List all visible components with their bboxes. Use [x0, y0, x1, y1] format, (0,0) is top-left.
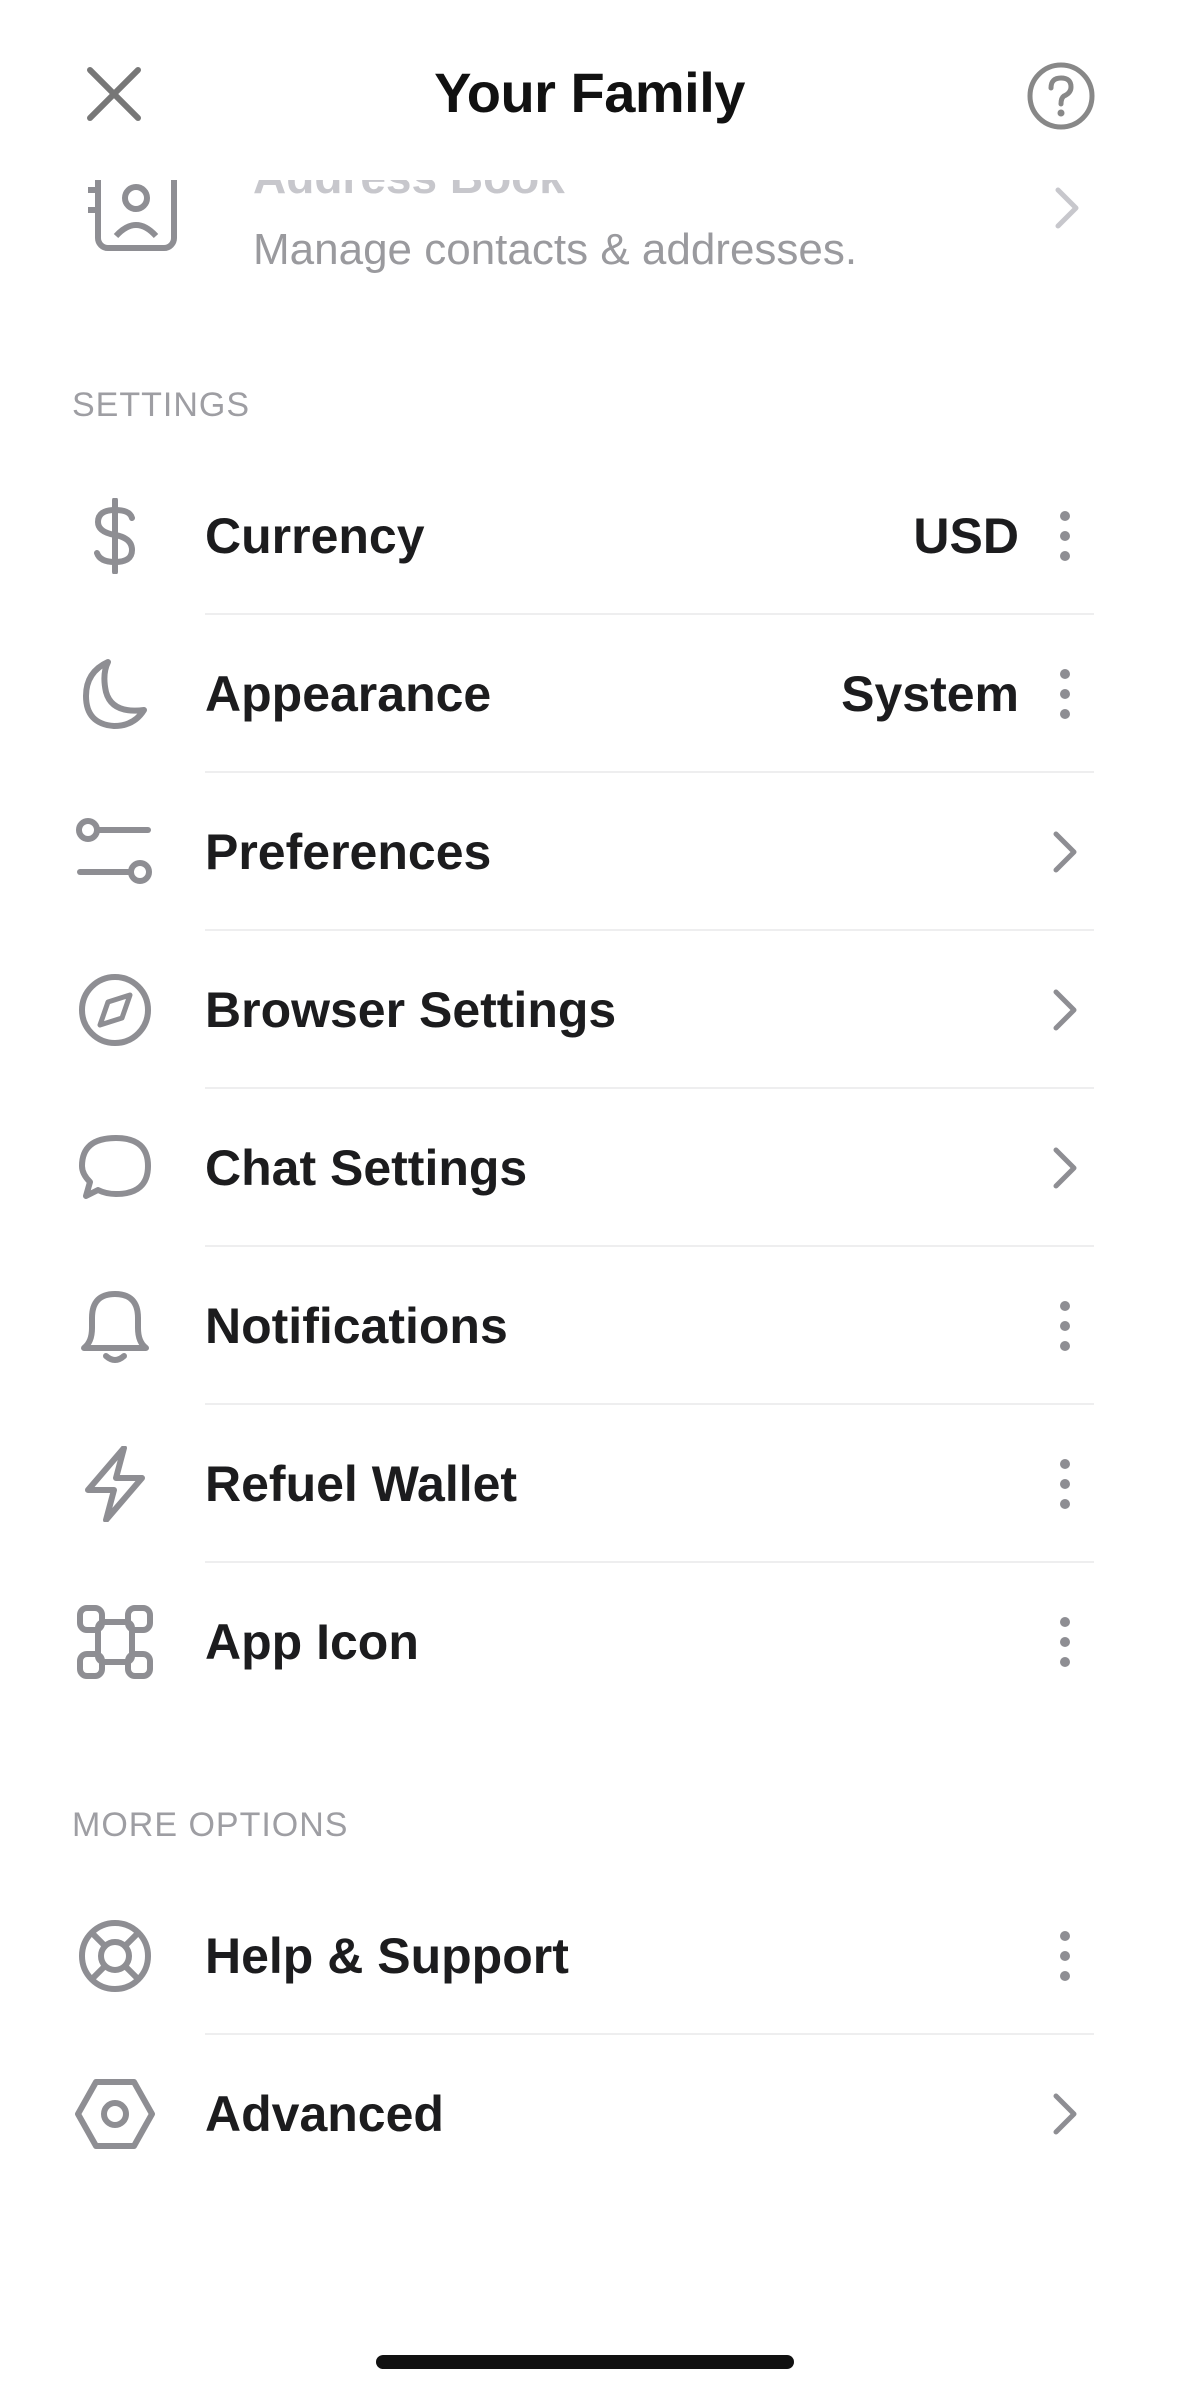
- more-icon[interactable]: [1050, 1612, 1080, 1672]
- chevron-right-icon: [1053, 1147, 1077, 1189]
- lifebuoy-icon: [79, 1920, 151, 1992]
- settings-item-label: Browser Settings: [205, 982, 617, 1038]
- settings-item-app-icon[interactable]: App Icon: [0, 1563, 1179, 1721]
- settings-item-label: Notifications: [205, 1298, 508, 1354]
- bell-icon: [81, 1291, 149, 1363]
- more-item-advanced[interactable]: Advanced: [0, 2035, 1179, 2193]
- sliders-icon: [76, 818, 152, 884]
- more-item-help-support[interactable]: Help & Support: [0, 1877, 1179, 2035]
- more-icon[interactable]: [1050, 506, 1080, 566]
- section-header-settings: SETTINGS: [72, 386, 251, 424]
- settings-item-browser-settings[interactable]: Browser Settings: [0, 931, 1179, 1089]
- more-icon[interactable]: [1050, 1454, 1080, 1514]
- more-icon[interactable]: [1050, 664, 1080, 724]
- chevron-right-icon: [1055, 187, 1079, 229]
- more-item-label: Help & Support: [205, 1928, 569, 1984]
- settings-item-preferences[interactable]: Preferences: [0, 773, 1179, 931]
- home-indicator: [376, 2355, 794, 2369]
- contact-card-icon: [88, 170, 177, 251]
- compass-icon: [79, 974, 151, 1046]
- chat-bubble-icon: [79, 1135, 151, 1199]
- chevron-right-icon: [1053, 989, 1077, 1031]
- settings-item-label: Preferences: [205, 824, 492, 880]
- more-item-label: Advanced: [205, 2086, 444, 2142]
- more-icon[interactable]: [1050, 1296, 1080, 1356]
- currency-value: USD: [913, 508, 1019, 564]
- moon-icon: [83, 659, 147, 729]
- settings-item-label: Chat Settings: [205, 1140, 528, 1196]
- more-icon[interactable]: [1050, 1926, 1080, 1986]
- chevron-right-icon: [1053, 831, 1077, 873]
- section-header-more-options: MORE OPTIONS: [72, 1806, 349, 1844]
- settings-item-appearance[interactable]: Appearance System: [0, 615, 1179, 773]
- settings-item-refuel-wallet[interactable]: Refuel Wallet: [0, 1405, 1179, 1563]
- page-title: Your Family: [434, 61, 745, 124]
- settings-item-label: App Icon: [205, 1614, 419, 1670]
- help-icon[interactable]: [1025, 60, 1097, 132]
- dollar-icon: [94, 498, 136, 574]
- chevron-right-icon: [1053, 2093, 1077, 2135]
- settings-item-label: Refuel Wallet: [205, 1456, 518, 1512]
- settings-item-currency[interactable]: Currency USD: [0, 457, 1179, 615]
- lightning-icon: [85, 1446, 145, 1522]
- app-grid-icon: [77, 1605, 153, 1679]
- settings-item-label: Currency: [205, 508, 425, 564]
- settings-item-notifications[interactable]: Notifications: [0, 1247, 1179, 1405]
- appearance-value: System: [841, 666, 1019, 722]
- hexagon-nut-icon: [75, 2079, 155, 2149]
- address-book-subtitle: Manage contacts & addresses.: [253, 225, 858, 274]
- settings-item-chat-settings[interactable]: Chat Settings: [0, 1089, 1179, 1247]
- top-bar: Your Family: [0, 0, 1179, 180]
- settings-item-label: Appearance: [205, 666, 492, 722]
